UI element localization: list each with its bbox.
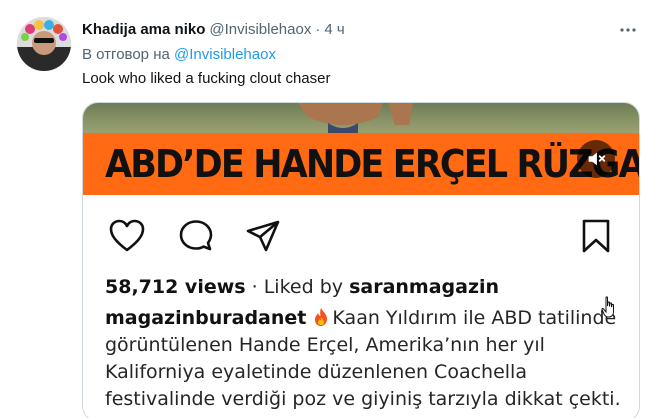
like-button[interactable] xyxy=(109,219,145,253)
mute-button[interactable] xyxy=(577,140,615,178)
embedded-media[interactable]: ABD’DE HANDE ERÇEL RÜZGARI 58,712 views … xyxy=(82,102,640,418)
views-count: 58,712 views xyxy=(105,276,246,298)
views-line: 58,712 views · Liked by saranmagazin xyxy=(105,274,499,301)
reply-prefix: В отговор на xyxy=(82,46,170,63)
banner-text: ABD’DE HANDE ERÇEL RÜZGARI xyxy=(105,142,640,186)
heart-icon xyxy=(109,219,145,252)
avatar-image xyxy=(17,17,71,71)
liked-by-user[interactable]: saranmagazin xyxy=(349,276,499,298)
separator-dot: · xyxy=(315,21,321,38)
avatar[interactable] xyxy=(17,17,71,71)
tweet-header: Khadija ama niko @Invisiblehaox · 4 ч xyxy=(82,21,345,38)
more-options-button[interactable] xyxy=(616,18,640,42)
volume-muted-icon xyxy=(588,152,606,166)
liked-by-prefix: · Liked by xyxy=(251,276,344,298)
timestamp[interactable]: 4 ч xyxy=(324,21,344,38)
caption-line-2: görüntülenen Hande Erçel, Amerika’nın he… xyxy=(105,334,545,356)
video-banner: ABD’DE HANDE ERÇEL RÜZGARI xyxy=(83,133,640,195)
tweet-text: Look who liked a fucking clout chaser xyxy=(82,70,331,87)
caption-line-1: magazinburadanet Kaan Yıldırım ile ABD t… xyxy=(105,305,616,332)
user-handle[interactable]: @Invisiblehaox xyxy=(209,21,311,38)
video-player[interactable]: ABD’DE HANDE ERÇEL RÜZGARI xyxy=(83,103,640,195)
share-button[interactable] xyxy=(246,219,280,253)
comment-bubble-icon xyxy=(179,220,213,251)
fire-emoji-icon xyxy=(312,307,330,327)
video-frame xyxy=(83,103,639,133)
caption-line-4: festivalinde verdiği poz ve giyiniş tarz… xyxy=(105,388,621,410)
reply-handle-link[interactable]: @Invisiblehaox xyxy=(174,46,276,63)
send-paper-plane-icon xyxy=(246,220,280,252)
video-frame-figure xyxy=(298,103,413,133)
tweet-card[interactable]: Khadija ama niko @Invisiblehaox · 4 ч В … xyxy=(0,0,662,418)
caption-username[interactable]: magazinburadanet xyxy=(105,307,306,329)
caption-line-3: Kaliforniya eyaletinde düzenlenen Coache… xyxy=(105,361,527,383)
more-horizontal-icon xyxy=(620,28,636,32)
reply-context: В отговор на @Invisiblehaox xyxy=(82,46,276,63)
bookmark-icon xyxy=(582,219,610,253)
instagram-action-bar xyxy=(83,195,639,265)
hand-cursor-icon xyxy=(601,296,617,320)
comment-button[interactable] xyxy=(179,219,213,253)
save-button[interactable] xyxy=(581,219,611,253)
display-name[interactable]: Khadija ama niko xyxy=(82,21,205,38)
caption-text-1: Kaan Yıldırım ile ABD tatilinde xyxy=(332,307,617,329)
